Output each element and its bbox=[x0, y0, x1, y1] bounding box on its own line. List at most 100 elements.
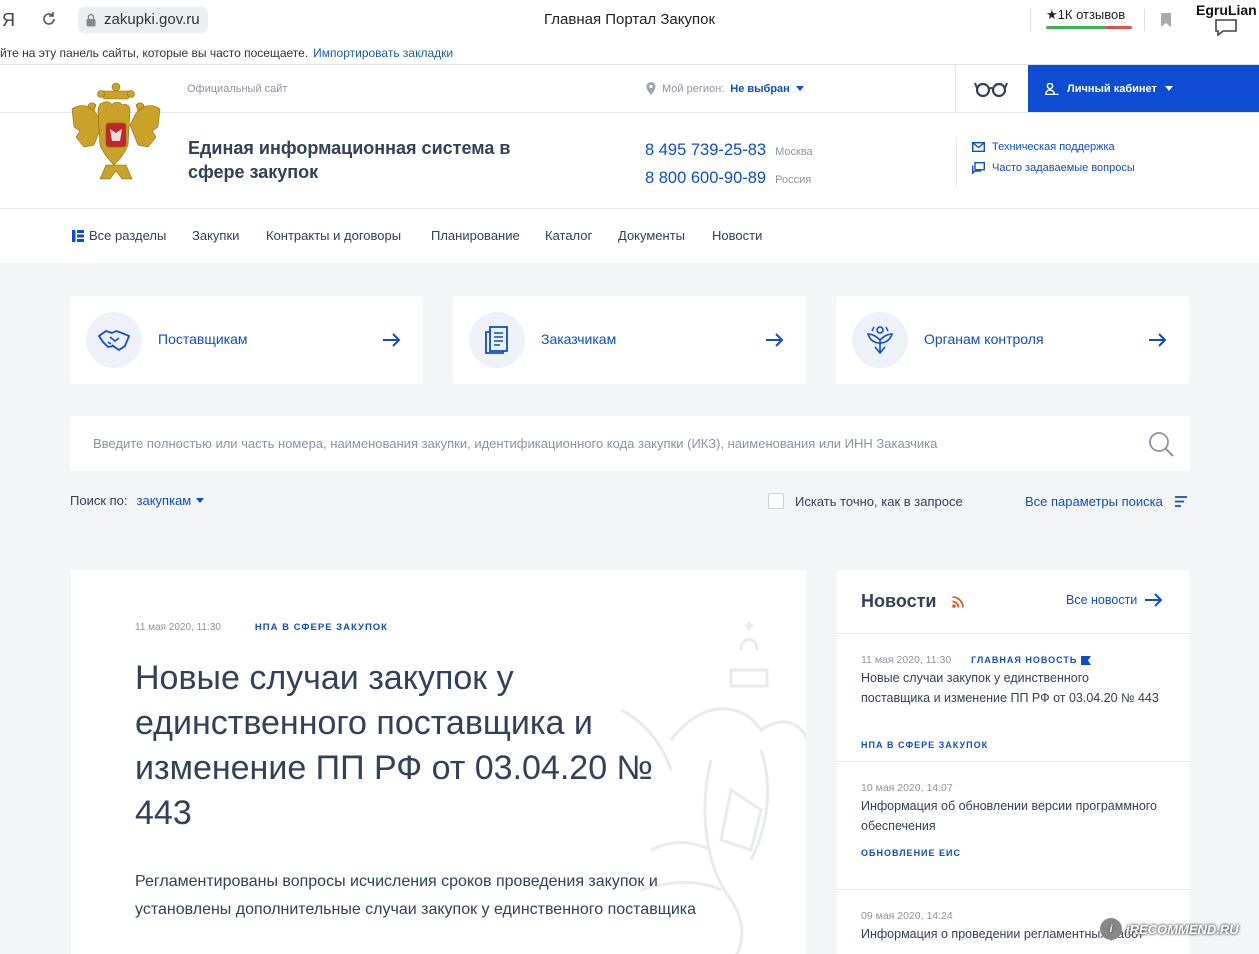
browser-toolbar: Я zakupki.gov.ru Главная Портал Закупок … bbox=[0, 0, 1259, 40]
nav-catalog[interactable]: Каталог bbox=[545, 228, 592, 243]
faq-label: Часто задаваемые вопросы bbox=[992, 162, 1135, 174]
low-vision-glasses-icon[interactable] bbox=[974, 79, 1008, 99]
news-tag[interactable]: ОБНОВЛЕНИЕ ЕИС bbox=[861, 848, 961, 858]
mail-icon bbox=[972, 142, 985, 152]
tech-support-label: Техническая поддержка bbox=[992, 141, 1115, 153]
nav-label: Каталог bbox=[545, 228, 593, 243]
bookmarks-hint: йте на эту панель сайты, которые вы част… bbox=[0, 46, 309, 60]
phone-number: 8 495 739-25-83 bbox=[645, 141, 767, 159]
arrow-right-icon bbox=[1149, 333, 1167, 347]
bookmarks-bar: йте на эту панель сайты, которые вы част… bbox=[0, 42, 1259, 64]
search-scope-value: закупкам bbox=[136, 493, 192, 508]
news-text: Новые случаи закупок у единственного пос… bbox=[861, 671, 1159, 705]
reviews-badge[interactable]: ★1К отзывов bbox=[1046, 7, 1132, 29]
address-bar[interactable]: zakupki.gov.ru bbox=[78, 7, 208, 33]
faq-chat-icon bbox=[972, 162, 985, 174]
handshake-icon bbox=[98, 330, 130, 351]
region-value: Не выбран bbox=[730, 82, 790, 95]
card-customers[interactable]: Заказчикам bbox=[453, 296, 806, 384]
article-meta: 11 мая 2020, 11:30 НПА В СФЕРЕ ЗАКУПОК bbox=[135, 622, 388, 633]
chat-icon[interactable] bbox=[1214, 18, 1238, 36]
header-divider bbox=[956, 137, 957, 187]
card-label: Органам контроля bbox=[924, 331, 1044, 347]
nav-label: Контракты и договоры bbox=[266, 228, 402, 243]
url-text: zakupki.gov.ru bbox=[104, 11, 200, 28]
cabinet-label: Личный кабинет bbox=[1067, 82, 1157, 95]
user-login-icon bbox=[1045, 82, 1059, 95]
phone-city: Москва bbox=[775, 146, 813, 158]
main-news-badge: ГЛАВНАЯ НОВОСТЬ bbox=[971, 655, 1092, 665]
article-title[interactable]: Новые случаи закупок у единственного пос… bbox=[135, 656, 715, 836]
phone-number: 8 800 600-90-89 bbox=[645, 169, 767, 187]
chevron-down-icon bbox=[1164, 86, 1173, 91]
exact-match-option[interactable]: Искать точно, как в запросе bbox=[768, 493, 963, 509]
coat-of-arms-emblem[interactable] bbox=[66, 81, 166, 189]
reviews-label: ★1К отзывов bbox=[1046, 7, 1126, 22]
news-date: 10 мая 2020, 14:07 bbox=[861, 782, 953, 794]
nav-all-sections[interactable]: Все разделы bbox=[72, 228, 166, 243]
search-input[interactable] bbox=[70, 416, 1130, 471]
region-label: Мой регион: bbox=[662, 82, 725, 95]
tech-support-link[interactable]: Техническая поддержка bbox=[972, 141, 1115, 153]
all-news-label: Все новости bbox=[1066, 593, 1138, 607]
exact-match-checkbox[interactable] bbox=[768, 493, 784, 509]
phone-city: Россия bbox=[775, 174, 812, 186]
filter-lines-icon bbox=[1174, 496, 1187, 507]
card-control-bodies[interactable]: Органам контроля bbox=[836, 296, 1189, 384]
personal-cabinet-button[interactable]: Личный кабинет bbox=[1028, 65, 1259, 112]
faq-link[interactable]: Часто задаваемые вопросы bbox=[972, 162, 1135, 174]
nav-label: Документы bbox=[618, 228, 686, 243]
news-panel: Новости Все новости 11 мая 2020, 11:30 Г… bbox=[837, 570, 1189, 954]
news-item[interactable]: 10 мая 2020, 14:07 Информация об обновле… bbox=[837, 762, 1189, 890]
news-meta: 10 мая 2020, 14:07 bbox=[861, 782, 953, 794]
nav-label: Новости bbox=[712, 228, 763, 243]
control-emblem-icon bbox=[866, 326, 894, 355]
all-news-link[interactable]: Все новости bbox=[1066, 593, 1163, 607]
card-icon-circle bbox=[469, 312, 525, 368]
document-icon bbox=[485, 326, 508, 354]
nav-documents[interactable]: Документы bbox=[618, 228, 685, 243]
reload-icon[interactable] bbox=[40, 10, 58, 28]
tab-title: Главная Портал Закупок bbox=[543, 11, 716, 28]
card-label: Поставщикам bbox=[158, 331, 248, 347]
site-top-bar: Официальный сайт Мой регион: Не выбран Л… bbox=[0, 65, 1259, 113]
card-suppliers[interactable]: Поставщикам bbox=[70, 296, 423, 384]
nav-planning[interactable]: Планирование bbox=[431, 228, 520, 243]
article-description: Регламентированы вопросы исчисления срок… bbox=[135, 873, 697, 918]
search-scope-dropdown[interactable]: закупкам bbox=[137, 493, 205, 508]
nav-label: Планирование bbox=[431, 228, 520, 243]
rss-icon[interactable] bbox=[952, 596, 964, 608]
search-box bbox=[70, 416, 1190, 471]
news-item[interactable]: 11 мая 2020, 11:30 ГЛАВНАЯ НОВОСТЬ Новые… bbox=[837, 634, 1189, 762]
card-label: Заказчикам bbox=[541, 331, 617, 347]
news-date: 09 мая 2020, 14:24 bbox=[861, 910, 953, 922]
phone-russia[interactable]: 8 800 600-90-89 Россия bbox=[645, 169, 811, 188]
arrow-right-icon bbox=[766, 333, 784, 347]
featured-article[interactable]: 11 мая 2020, 11:30 НПА В СФЕРЕ ЗАКУПОК Н… bbox=[71, 570, 806, 954]
toolbar-divider bbox=[1144, 9, 1145, 31]
flag-icon bbox=[1081, 655, 1092, 665]
rating-bar bbox=[1046, 26, 1132, 29]
news-date: 11 мая 2020, 11:30 bbox=[861, 654, 952, 666]
nav-contracts[interactable]: Контракты и договоры bbox=[266, 228, 401, 243]
all-params-label: Все параметры поиска bbox=[1025, 494, 1163, 509]
search-icon[interactable] bbox=[1148, 431, 1174, 457]
news-tag[interactable]: НПА В СФЕРЕ ЗАКУПОК bbox=[861, 740, 988, 750]
nav-news[interactable]: Новости bbox=[712, 228, 762, 243]
card-icon-circle bbox=[86, 312, 142, 368]
exact-match-label: Искать точно, как в запросе bbox=[795, 493, 963, 509]
nav-procurements[interactable]: Закупки bbox=[192, 228, 239, 243]
region-selector[interactable]: Мой регион: Не выбран bbox=[646, 82, 804, 95]
article-tag[interactable]: НПА В СФЕРЕ ЗАКУПОК bbox=[255, 622, 388, 633]
bookmark-icon[interactable] bbox=[1160, 12, 1172, 28]
import-bookmarks-link[interactable]: Импортировать закладки bbox=[313, 46, 453, 60]
card-icon-circle bbox=[852, 312, 908, 368]
lock-icon bbox=[86, 13, 96, 27]
site-title: Единая информационная система в сфере за… bbox=[188, 138, 511, 182]
main-news-badge-label: ГЛАВНАЯ НОВОСТЬ bbox=[971, 655, 1078, 665]
chevron-down-icon bbox=[196, 498, 205, 503]
phone-moscow[interactable]: 8 495 739-25-83 Москва bbox=[645, 141, 813, 160]
yandex-logo[interactable]: Я bbox=[2, 10, 15, 31]
search-scope: Поиск по: закупкам bbox=[70, 493, 205, 508]
all-search-params-link[interactable]: Все параметры поиска bbox=[1025, 494, 1187, 509]
